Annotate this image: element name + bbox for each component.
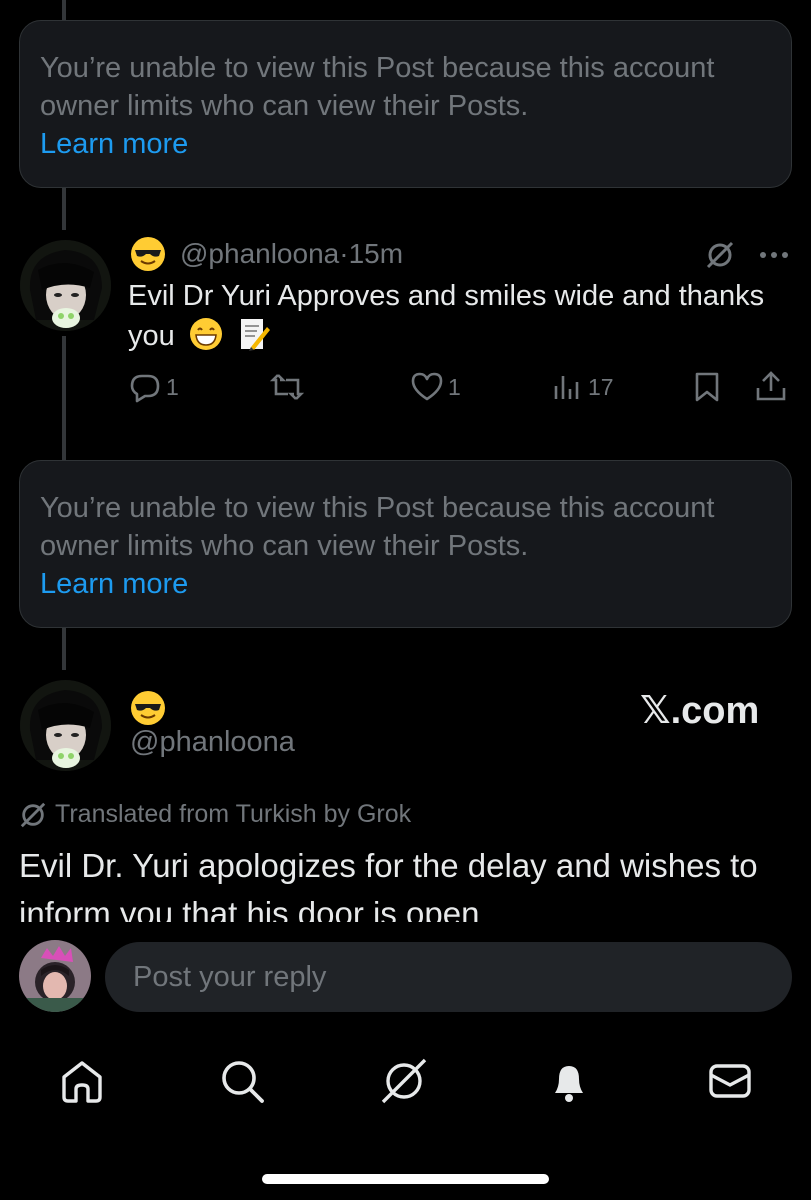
- reply-placeholder: Post your reply: [133, 960, 327, 993]
- bookmark-button[interactable]: [690, 370, 724, 404]
- reply-icon: [130, 374, 160, 403]
- post-separator: ·: [339, 238, 349, 269]
- like-button[interactable]: 1: [410, 370, 461, 404]
- grok-icon: [20, 802, 46, 827]
- home-icon[interactable]: [58, 1057, 106, 1105]
- unavailable-post-notice: You’re unable to view this Post because …: [19, 460, 792, 628]
- messages-icon[interactable]: [706, 1057, 754, 1105]
- translated-text: Translated from Turkish by Grok: [55, 800, 412, 828]
- thread-line-1: [62, 188, 66, 230]
- unavailable-post-notice: You’re unable to view this Post because …: [19, 20, 792, 188]
- translated-label: Translated from Turkish by Grok: [19, 800, 411, 829]
- post-actions: 1 1 17: [128, 370, 790, 410]
- focused-post-text: Evil Dr. Yuri apologizes for the delay a…: [19, 847, 758, 922]
- learn-more-link[interactable]: Learn more: [40, 565, 771, 603]
- grok-icon[interactable]: [705, 240, 735, 270]
- post-handle[interactable]: @phanloona: [180, 238, 339, 270]
- avatar[interactable]: [20, 680, 111, 771]
- focused-handle[interactable]: @phanloona: [130, 726, 295, 759]
- memo-emoji-icon: [237, 317, 271, 351]
- sunglasses-emoji-icon: [130, 690, 166, 726]
- post-header: @phanloona · 15m: [130, 236, 403, 272]
- x-com-brand: 𝕏.com: [640, 690, 760, 732]
- post-time[interactable]: 15m: [349, 238, 403, 270]
- repost-icon: [270, 374, 304, 400]
- unavailable-message: You’re unable to view this Post because …: [40, 492, 715, 562]
- grinning-emoji-icon: [189, 317, 223, 351]
- post-body: Evil Dr Yuri Approves and smiles wide an…: [128, 280, 765, 352]
- heart-icon: [411, 372, 443, 401]
- bookmark-icon: [695, 372, 719, 402]
- repost-button[interactable]: [270, 370, 304, 404]
- more-icon[interactable]: [758, 248, 790, 260]
- post-text: Evil Dr Yuri Approves and smiles wide an…: [128, 276, 768, 356]
- sunglasses-emoji-icon: [130, 236, 166, 272]
- thread-line-3: [62, 628, 66, 670]
- user-avatar[interactable]: [19, 940, 91, 1012]
- share-icon: [756, 371, 786, 401]
- home-indicator[interactable]: [262, 1174, 549, 1184]
- reply-input[interactable]: Post your reply: [105, 942, 792, 1012]
- share-button[interactable]: [754, 370, 788, 404]
- thread-line-top: [62, 0, 66, 20]
- reply-count: 1: [166, 373, 179, 400]
- unavailable-message: You’re unable to view this Post because …: [40, 52, 715, 122]
- views-count: 17: [588, 373, 614, 400]
- like-count: 1: [448, 373, 461, 400]
- views-button[interactable]: 17: [550, 370, 614, 404]
- learn-more-link[interactable]: Learn more: [40, 125, 771, 163]
- search-icon[interactable]: [218, 1057, 266, 1105]
- grok-icon[interactable]: [380, 1057, 428, 1105]
- avatar[interactable]: [20, 240, 111, 331]
- notifications-icon[interactable]: [545, 1057, 593, 1105]
- views-icon: [554, 376, 579, 399]
- bottom-nav: [0, 1045, 811, 1115]
- thread-line-2: [62, 336, 66, 461]
- reply-button[interactable]: 1: [128, 370, 179, 404]
